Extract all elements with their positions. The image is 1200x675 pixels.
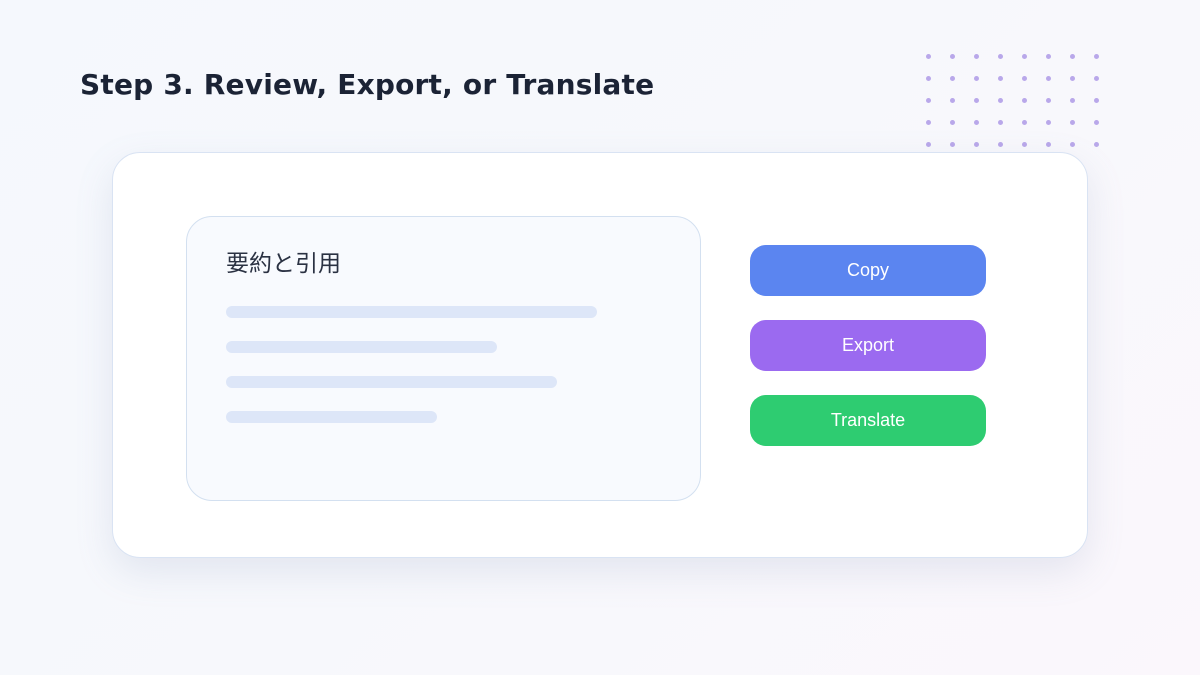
text-placeholder-line: [226, 411, 437, 423]
page-title: Step 3. Review, Export, or Translate: [80, 68, 655, 101]
decorative-dot-grid: [926, 54, 1110, 154]
copy-button[interactable]: Copy: [750, 245, 986, 296]
export-button[interactable]: Export: [750, 320, 986, 371]
summary-panel-title: 要約と引用: [226, 251, 341, 277]
summary-panel: 要約と引用: [186, 216, 701, 501]
text-placeholder-line: [226, 341, 497, 353]
translate-button[interactable]: Translate: [750, 395, 986, 446]
text-placeholder-line: [226, 376, 557, 388]
text-placeholder-line: [226, 306, 597, 318]
main-card: 要約と引用 Copy Export Translate: [112, 152, 1088, 558]
